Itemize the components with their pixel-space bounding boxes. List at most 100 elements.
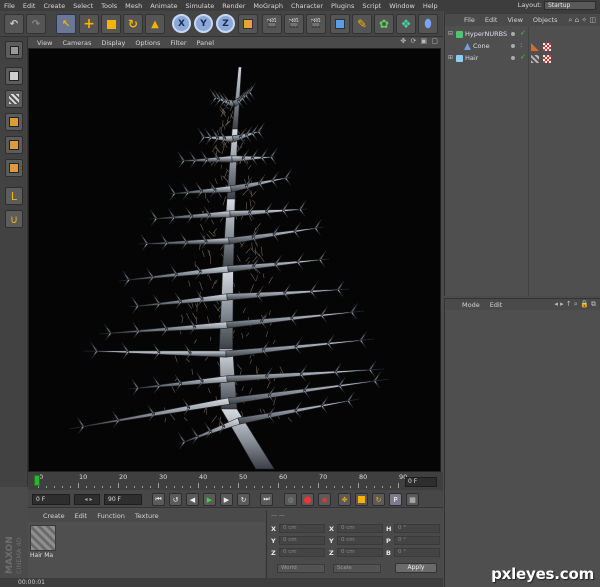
menu-script[interactable]: Script <box>358 2 385 10</box>
coordinate-system-icon[interactable] <box>238 14 258 34</box>
end-frame-field[interactable]: 90 F <box>104 494 142 505</box>
object-menu-file[interactable]: File <box>459 16 480 24</box>
viewport-menu-panel[interactable]: Panel <box>192 39 220 47</box>
layout-dropdown[interactable]: Startup <box>544 1 596 10</box>
position-x-field[interactable]: 0 cm <box>279 524 325 533</box>
object-manager-tool-icons[interactable]: ⌕ ⌂ ✧ ◫ <box>568 16 596 25</box>
viewport-menu-view[interactable]: View <box>32 39 57 47</box>
phong-tag-icon[interactable] <box>531 43 539 51</box>
next-frame-icon[interactable]: ▶ <box>220 493 233 506</box>
menu-tools[interactable]: Tools <box>97 2 121 10</box>
object-row-hypernurbs[interactable]: ⊟ HyperNURBS ✓ <box>445 29 600 40</box>
attribute-menu-mode[interactable]: Mode <box>457 301 485 309</box>
scale-icon[interactable] <box>101 14 121 34</box>
collapse-icon[interactable]: ⊟ <box>448 30 453 37</box>
undo-icon[interactable]: ↶ <box>4 14 24 34</box>
play-icon[interactable]: ▶ <box>203 493 216 506</box>
position-y-field[interactable]: 0 cm <box>279 536 325 545</box>
visibility-dot[interactable] <box>511 32 515 36</box>
render-view-icon[interactable]: 🎬 <box>262 14 282 34</box>
menu-render[interactable]: Render <box>218 2 249 10</box>
timeline-ruler[interactable]: 0 10 20 30 40 50 60 70 80 90 <box>34 473 407 488</box>
enabled-check-icon[interactable]: ✓ <box>520 53 526 61</box>
viewport-menu-display[interactable]: Display <box>96 39 130 47</box>
texture-mode-icon[interactable] <box>5 90 23 108</box>
menu-window[interactable]: Window <box>385 2 419 10</box>
next-key-icon[interactable]: ↻ <box>237 493 250 506</box>
object-row-cone[interactable]: Cone : <box>445 41 600 52</box>
rotate-icon[interactable]: ↻ <box>123 14 143 34</box>
expand-icon[interactable]: ⊞ <box>448 54 453 61</box>
array-icon[interactable]: ❖ <box>396 14 416 34</box>
hair-material-preview[interactable] <box>30 525 56 551</box>
timeline[interactable]: 0 10 20 30 40 50 60 70 80 90 0 F <box>28 472 443 490</box>
hair-material-name[interactable]: Hair Ma <box>30 552 53 559</box>
size-z-field[interactable]: 0 cm <box>337 548 383 557</box>
polygons-mode-icon[interactable] <box>5 159 23 177</box>
visibility-dot[interactable] <box>511 44 515 48</box>
x-axis-lock-icon[interactable]: X <box>172 14 191 33</box>
key-pla-icon[interactable]: ▦ <box>406 493 419 506</box>
cube-object-icon[interactable] <box>330 14 350 34</box>
rotation-h-field[interactable]: 0 ° <box>394 524 440 533</box>
key-position-icon[interactable]: ✥ <box>338 493 351 506</box>
viewport-menu-cameras[interactable]: Cameras <box>57 39 96 47</box>
position-z-field[interactable]: 0 cm <box>279 548 325 557</box>
previous-frame-icon[interactable]: ◀ <box>186 493 199 506</box>
model-mode-icon[interactable] <box>5 67 23 85</box>
object-row-hair[interactable]: ⊞ Hair ✓ <box>445 53 600 64</box>
viewport-menu-filter[interactable]: Filter <box>165 39 191 47</box>
timeline-playhead[interactable] <box>34 475 40 486</box>
object-menu-objects[interactable]: Objects <box>528 16 563 24</box>
menu-edit[interactable]: Edit <box>19 2 40 10</box>
visibility-dot[interactable] <box>511 56 515 60</box>
move-icon[interactable]: + <box>79 14 99 34</box>
make-editable-icon[interactable] <box>5 41 23 59</box>
render-picture-viewer-icon[interactable]: 🎬 <box>284 14 304 34</box>
edges-mode-icon[interactable] <box>5 136 23 154</box>
menu-plugins[interactable]: Plugins <box>327 2 358 10</box>
menu-help[interactable]: Help <box>419 2 442 10</box>
material-menu-function[interactable]: Function <box>92 512 130 520</box>
record-active-icon[interactable]: ⬤ <box>301 493 314 506</box>
render-settings-icon[interactable]: 🎬 <box>306 14 326 34</box>
current-frame-field[interactable]: 0 F <box>405 477 437 487</box>
material-menu-edit[interactable]: Edit <box>70 512 93 520</box>
axis-mode-icon[interactable]: L <box>5 187 23 205</box>
menu-character[interactable]: Character <box>287 2 327 10</box>
menu-mesh[interactable]: Mesh <box>121 2 146 10</box>
snap-icon[interactable]: ∪ <box>5 210 23 228</box>
enabled-check-icon[interactable]: ✓ <box>520 29 526 37</box>
nurbs-icon[interactable]: ✿ <box>374 14 394 34</box>
key-parameter-icon[interactable]: P <box>389 493 402 506</box>
viewport-menu-options[interactable]: Options <box>130 39 165 47</box>
menu-animate[interactable]: Animate <box>146 2 181 10</box>
menu-simulate[interactable]: Simulate <box>182 2 219 10</box>
menu-file[interactable]: File <box>0 2 19 10</box>
y-axis-lock-icon[interactable]: Y <box>194 14 213 33</box>
points-mode-icon[interactable] <box>5 113 23 131</box>
previous-key-icon[interactable]: ↺ <box>169 493 182 506</box>
deformer-icon[interactable]: ⬮ <box>418 14 438 34</box>
menu-mograph[interactable]: MoGraph <box>249 2 287 10</box>
hair-material-tag-icon[interactable] <box>531 55 539 63</box>
menu-select[interactable]: Select <box>69 2 97 10</box>
size-y-field[interactable]: 0 cm <box>337 536 383 545</box>
rotation-b-field[interactable]: 0 ° <box>394 548 440 557</box>
enabled-dot-icon[interactable]: : <box>520 41 522 49</box>
live-selection-icon[interactable]: ↖ <box>56 14 76 34</box>
key-scale-icon[interactable] <box>355 493 368 506</box>
frame-slider[interactable]: ◂ ▸ <box>74 494 100 505</box>
go-to-start-icon[interactable]: ⏮ <box>152 493 165 506</box>
3d-viewport[interactable] <box>28 48 441 472</box>
menu-create[interactable]: Create <box>39 2 69 10</box>
rotation-p-field[interactable]: 0 ° <box>394 536 440 545</box>
object-menu-edit[interactable]: Edit <box>480 16 503 24</box>
viewport-nav-icons[interactable]: ✥ ⟳ ▣ ▢ <box>400 37 439 45</box>
material-menu-create[interactable]: Create <box>38 512 70 520</box>
material-menu-texture[interactable]: Texture <box>130 512 164 520</box>
attribute-manager-tool-icons[interactable]: ◂ ▸ ↑ ⌕ 🔒 ⧉ <box>554 300 596 309</box>
redo-icon[interactable]: ↷ <box>26 14 46 34</box>
autokey-icon[interactable]: ◉ <box>318 493 331 506</box>
texture-tag-icon[interactable] <box>543 55 551 63</box>
